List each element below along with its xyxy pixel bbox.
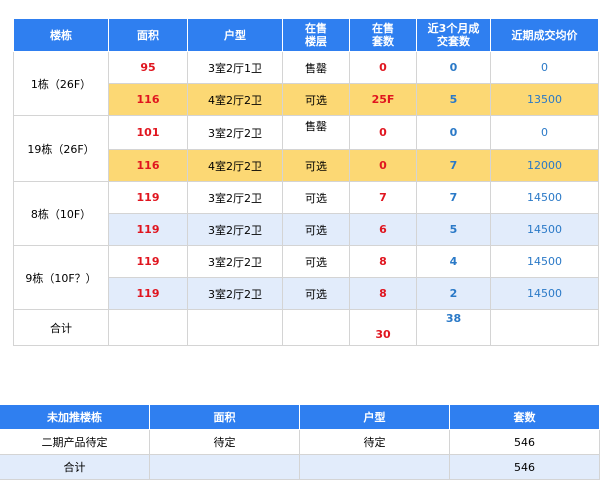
- empty-cell: [282, 309, 350, 346]
- price-cell: 0: [490, 115, 599, 150]
- empty-cell: [299, 454, 450, 480]
- recent-cell: 7: [416, 149, 491, 182]
- price-cell: 14500: [490, 245, 599, 278]
- header-recent-sales: 近3个月成 交套数: [416, 18, 491, 52]
- table-row: 19栋（26F） 101 3室2厅2卫 售罄 0 0 0: [13, 115, 599, 182]
- empty-cell: [187, 309, 283, 346]
- table-row: 二期产品待定 待定 待定 546: [0, 429, 600, 455]
- header-recent-price: 近期成交均价: [490, 18, 599, 52]
- recent-cell: 4: [416, 245, 491, 278]
- total-label: 合计: [0, 454, 150, 480]
- layout-cell: 3室2厅2卫: [187, 277, 283, 310]
- layout-cell: 4室2厅2卫: [187, 149, 283, 182]
- floor-cell: 可选: [282, 277, 350, 310]
- price-cell: 14500: [490, 213, 599, 246]
- pending-table: 未加推楼栋 面积 户型 套数 二期产品待定 待定 待定 546 合计 546: [0, 404, 600, 480]
- building-cell: 1栋（26F）: [13, 51, 109, 116]
- price-cell: 14500: [490, 277, 599, 310]
- price-cell: 12000: [490, 149, 599, 182]
- area-cell: 119: [108, 213, 188, 246]
- building-cell: 8栋（10F）: [13, 181, 109, 246]
- layout-cell: 3室2厅2卫: [187, 181, 283, 214]
- header-area: 面积: [108, 18, 188, 52]
- table-row: 8栋（10F） 119 3室2厅2卫 可选 7 7 14500: [13, 181, 599, 246]
- empty-cell: [149, 454, 300, 480]
- floor-cell: 售罄: [282, 115, 350, 150]
- floor-cell: 可选: [282, 213, 350, 246]
- units-cell: 546: [449, 429, 600, 455]
- layout-cell: 3室2厅1卫: [187, 51, 283, 84]
- header-pending-building: 未加推楼栋: [0, 404, 150, 430]
- price-cell: 14500: [490, 181, 599, 214]
- units-cell: 6: [349, 213, 417, 246]
- header-layout: 户型: [187, 18, 283, 52]
- recent-cell: 7: [416, 181, 491, 214]
- header-floor: 在售 楼层: [282, 18, 350, 52]
- recent-cell: 0: [416, 115, 491, 150]
- total-row: 合计 30 38: [13, 309, 599, 346]
- floor-cell: 可选: [282, 245, 350, 278]
- units-cell: 0: [349, 115, 417, 150]
- area-cell: 待定: [149, 429, 300, 455]
- recent-cell: 2: [416, 277, 491, 310]
- floor-cell: 售罄: [282, 51, 350, 84]
- pending-building-cell: 二期产品待定: [0, 429, 150, 455]
- units-cell: 8: [349, 245, 417, 278]
- layout-cell: 待定: [299, 429, 450, 455]
- header-units: 在售 套数: [349, 18, 417, 52]
- recent-cell: 0: [416, 51, 491, 84]
- total-units: 30: [349, 309, 417, 346]
- area-cell: 95: [108, 51, 188, 84]
- table-row: 9栋（10F？） 119 3室2厅2卫 可选 8 4 14500: [13, 245, 599, 310]
- units-cell: 0: [349, 149, 417, 182]
- units-cell: 7: [349, 181, 417, 214]
- empty-cell: [490, 309, 599, 346]
- floor-cell: 可选: [282, 149, 350, 182]
- floor-cell: 可选: [282, 181, 350, 214]
- area-cell: 116: [108, 83, 188, 116]
- area-cell: 119: [108, 245, 188, 278]
- area-cell: 116: [108, 149, 188, 182]
- area-cell: 101: [108, 115, 188, 150]
- header-building: 楼栋: [13, 18, 109, 52]
- price-cell: 13500: [490, 83, 599, 116]
- sales-table: 楼栋 面积 户型 在售 楼层 在售 套数 近3个月成 交套数 近期成交均价 1栋（26…: [13, 18, 599, 346]
- table-row: 1栋（26F） 95 3室2厅1卫 售罄 0 0 0: [13, 51, 599, 116]
- layout-cell: 3室2厅2卫: [187, 115, 283, 150]
- header-area: 面积: [149, 404, 300, 430]
- units-cell: 0: [349, 51, 417, 84]
- recent-cell: 5: [416, 213, 491, 246]
- recent-cell: 5: [416, 83, 491, 116]
- layout-cell: 3室2厅2卫: [187, 245, 283, 278]
- total-recent: 38: [416, 309, 491, 346]
- units-cell: 25F: [349, 83, 417, 116]
- price-cell: 0: [490, 51, 599, 84]
- total-units: 546: [449, 454, 600, 480]
- area-cell: 119: [108, 181, 188, 214]
- sales-table-header: 楼栋 面积 户型 在售 楼层 在售 套数 近3个月成 交套数 近期成交均价: [13, 18, 599, 52]
- header-units: 套数: [449, 404, 600, 430]
- building-cell: 9栋（10F？）: [13, 245, 109, 310]
- layout-cell: 3室2厅2卫: [187, 213, 283, 246]
- layout-cell: 4室2厅2卫: [187, 83, 283, 116]
- floor-cell: 可选: [282, 83, 350, 116]
- units-cell: 8: [349, 277, 417, 310]
- building-cell: 19栋（26F）: [13, 115, 109, 182]
- header-layout: 户型: [299, 404, 450, 430]
- area-cell: 119: [108, 277, 188, 310]
- total-row: 合计 546: [0, 454, 600, 480]
- empty-cell: [108, 309, 188, 346]
- pending-table-header: 未加推楼栋 面积 户型 套数: [0, 404, 600, 430]
- total-label: 合计: [13, 309, 109, 346]
